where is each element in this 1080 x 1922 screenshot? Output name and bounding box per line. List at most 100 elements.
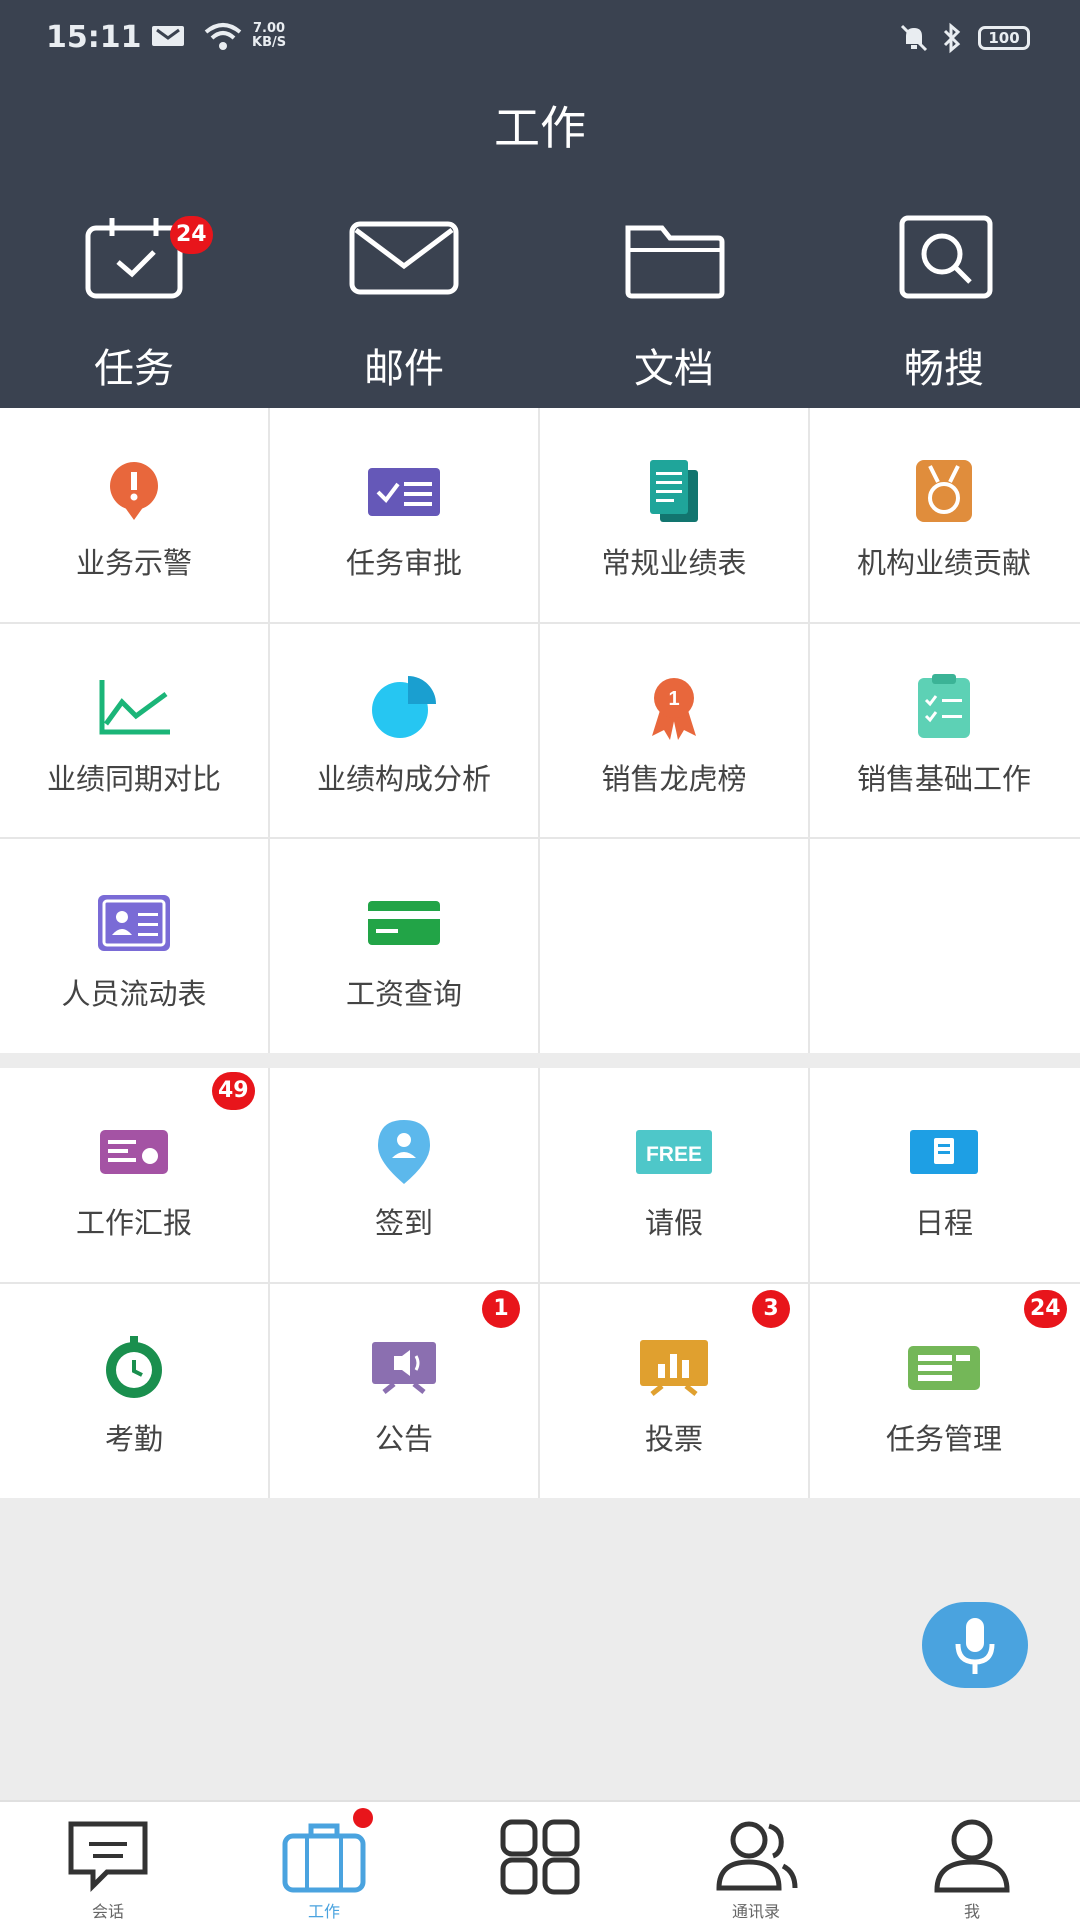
medal-icon: [916, 460, 972, 522]
microphone-icon: [955, 1618, 995, 1674]
tab-apps[interactable]: [432, 1802, 648, 1922]
app-announcement[interactable]: 1 公告: [270, 1284, 538, 1498]
app-check-in[interactable]: 签到: [270, 1068, 538, 1282]
envelope-icon: [349, 221, 459, 295]
work-tab-dot: [353, 1808, 373, 1828]
network-speed: 7.00 KB/S: [252, 22, 286, 50]
pie-chart-icon: [372, 676, 436, 738]
status-time: 15:11: [46, 20, 142, 55]
status-bar: 15:11 7.00 KB/S 100: [0, 0, 1080, 80]
schedule-icon: [910, 1130, 978, 1174]
app-sales-basic-work[interactable]: 销售基础工作: [810, 624, 1078, 838]
app-label: 公告: [374, 1422, 433, 1456]
contacts-icon: [716, 1821, 798, 1891]
work-report-badge: 49: [212, 1072, 255, 1110]
app-yoy-comparison[interactable]: 业绩同期对比: [0, 624, 268, 838]
vote-badge: 3: [752, 1290, 790, 1328]
location-pin-icon: [378, 1120, 430, 1184]
app-label: 业绩同期对比: [46, 762, 221, 796]
bottom-tab-bar: 会话 工作 通讯录 我: [0, 1800, 1080, 1922]
tab-me[interactable]: 我: [864, 1802, 1080, 1922]
bluetooth-icon: [943, 22, 961, 54]
quick-action-label: 任务: [94, 346, 174, 392]
app-regular-performance[interactable]: 常规业绩表: [540, 408, 808, 622]
app-label: 任务审批: [345, 546, 462, 580]
app-label: 人员流动表: [61, 977, 207, 1011]
tab-conversations[interactable]: 会话: [0, 1802, 216, 1922]
app-salary-query[interactable]: 工资查询: [270, 839, 538, 1053]
search-icon: [899, 215, 993, 299]
announcement-icon: [372, 1342, 436, 1394]
user-icon: [934, 1819, 1010, 1893]
tasks-badge: 24: [170, 216, 213, 254]
quick-action-tasks[interactable]: 24 任务: [34, 210, 234, 394]
clipboard-icon: [918, 674, 970, 738]
app-task-approval[interactable]: 任务审批: [270, 408, 538, 622]
folder-icon: [625, 225, 725, 299]
app-label: 投票: [644, 1422, 703, 1456]
briefcase-icon: [282, 1823, 366, 1893]
app-schedule[interactable]: 日程: [810, 1068, 1078, 1282]
app-task-management[interactable]: 24 任务管理: [810, 1284, 1078, 1498]
app-attendance[interactable]: 考勤: [0, 1284, 268, 1498]
quick-action-docs[interactable]: 文档: [574, 210, 774, 394]
app-vote[interactable]: 3 投票: [540, 1284, 808, 1498]
clock-icon: [106, 1336, 162, 1398]
app-composition-analysis[interactable]: 业绩构成分析: [270, 624, 538, 838]
app-label: 销售龙虎榜: [601, 762, 747, 796]
tab-label: 会话: [91, 1902, 124, 1921]
task-list-icon: [908, 1346, 980, 1390]
message-icon: [152, 26, 184, 46]
app-label: 考勤: [104, 1422, 163, 1456]
mute-bell-icon: [900, 24, 928, 52]
app-business-alert[interactable]: 业务示警: [0, 408, 268, 622]
free-tag-text: FREE: [646, 1143, 702, 1166]
app-sales-ranking[interactable]: 1 销售龙虎榜: [540, 624, 808, 838]
apps-grid-primary: 业务示警 任务审批 常规业绩表 机构业绩贡献 业绩同期对比 业绩构成分析 1 销…: [0, 408, 1080, 1053]
quick-action-search[interactable]: 畅搜: [844, 210, 1044, 394]
app-label: 工作汇报: [75, 1206, 192, 1240]
tab-label: 我: [963, 1902, 980, 1921]
tab-contacts[interactable]: 通讯录: [648, 1802, 864, 1922]
tab-label: 通讯录: [731, 1902, 780, 1921]
app-label: 常规业绩表: [601, 546, 747, 580]
app-staff-turnover[interactable]: 人员流动表: [0, 839, 268, 1053]
tab-work[interactable]: 工作: [216, 1802, 432, 1922]
net-speed-unit: KB/S: [252, 35, 287, 50]
app-label: 请假: [644, 1206, 703, 1240]
app-label: 日程: [914, 1206, 973, 1240]
header: 15:11 7.00 KB/S 100 工作 24 任务 邮件 文档 畅搜: [0, 0, 1080, 408]
quick-action-label: 文档: [634, 346, 714, 392]
report-icon: [100, 1130, 168, 1174]
vote-chart-icon: [640, 1340, 708, 1396]
quick-action-label: 邮件: [364, 346, 444, 392]
page-title: 工作: [494, 101, 586, 155]
app-label: 业绩构成分析: [316, 762, 491, 796]
free-tag-icon: FREE: [636, 1130, 712, 1174]
app-label: 任务管理: [885, 1422, 1002, 1456]
ribbon-award-icon: 1: [652, 678, 696, 740]
app-label: 机构业绩贡献: [856, 546, 1031, 580]
tab-label: 工作: [307, 1902, 340, 1921]
quick-action-mail[interactable]: 邮件: [304, 210, 504, 394]
chat-icon: [68, 1821, 148, 1893]
quick-action-label: 畅搜: [904, 346, 984, 392]
app-leave-request[interactable]: FREE 请假: [540, 1068, 808, 1282]
app-work-report[interactable]: 49 工作汇报: [0, 1068, 268, 1282]
task-management-badge: 24: [1024, 1290, 1067, 1328]
battery-indicator: 100: [978, 26, 1030, 50]
app-label: 签到: [374, 1206, 433, 1240]
line-chart-icon: [99, 680, 170, 735]
app-org-contribution[interactable]: 机构业绩贡献: [810, 408, 1078, 622]
apps-grid-icon: [500, 1819, 580, 1895]
alert-pin-icon: [110, 462, 158, 520]
voice-input-button[interactable]: [922, 1602, 1028, 1688]
bank-card-icon: [368, 901, 440, 945]
id-card-icon: [98, 895, 170, 951]
svg-text:1: 1: [668, 688, 679, 710]
wifi-icon: [204, 23, 242, 50]
app-label: 业务示警: [75, 546, 192, 580]
net-speed-value: 7.00: [253, 21, 286, 36]
announcement-badge: 1: [482, 1290, 520, 1328]
checklist-icon: [368, 468, 440, 516]
